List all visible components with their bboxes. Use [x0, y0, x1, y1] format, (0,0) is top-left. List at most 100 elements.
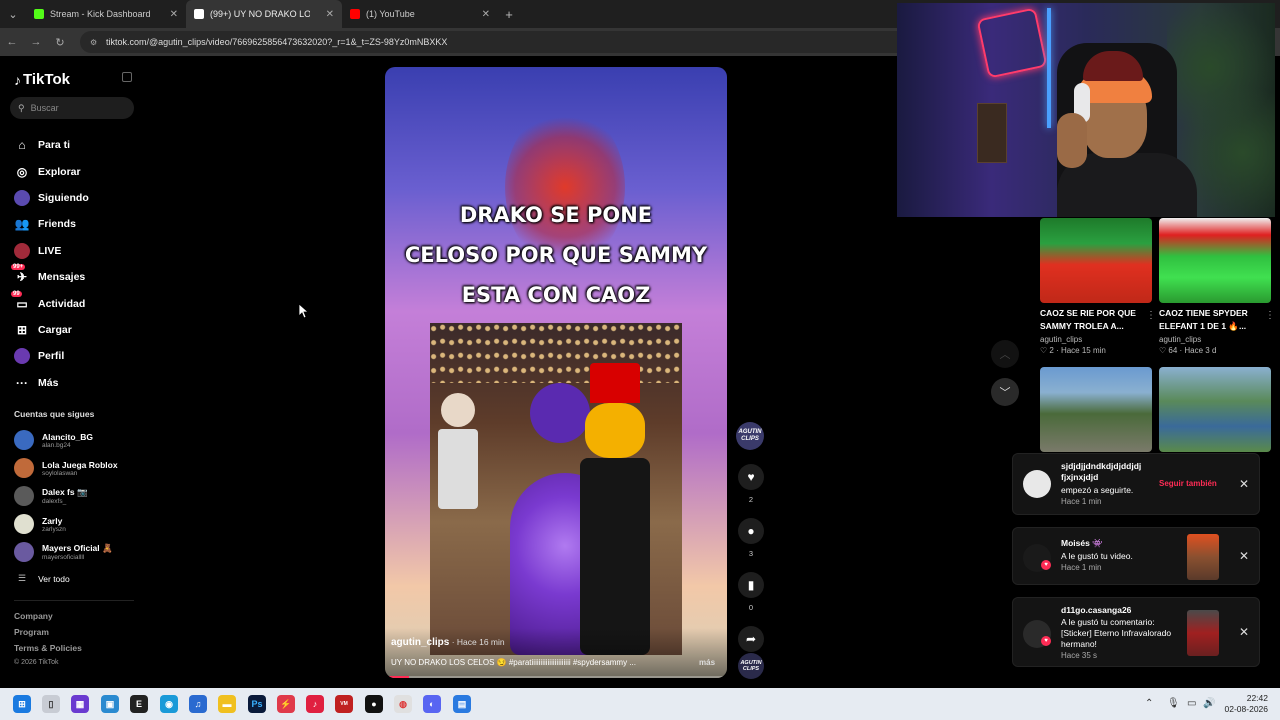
nav-label: Para ti [38, 139, 71, 152]
nav-mas[interactable]: ··· Más [14, 370, 89, 396]
recommendation-card[interactable]: CAOZ SE RIE POR QUE SAMMY TROLEA A... agu… [1040, 218, 1156, 355]
nav-explorar[interactable]: ◎ Explorar [14, 158, 89, 184]
app-icon[interactable]: ◉ [160, 695, 178, 713]
search-input[interactable]: ⚲ Buscar [10, 97, 134, 119]
recommendation-title: CAOZ SE RIE POR QUE SAMMY TROLEA A... [1040, 307, 1152, 333]
friends-icon: 👥 [14, 217, 30, 232]
next-video-button[interactable]: ﹀ [991, 378, 1019, 406]
windows-start-icon[interactable]: ⊞ [13, 695, 31, 713]
new-tab-button[interactable]: + [498, 0, 520, 28]
headset-app-icon[interactable]: ♫ [189, 695, 207, 713]
following-item[interactable]: Dalex fs 📷 dalexfs_ [14, 482, 118, 510]
file-explorer-icon[interactable]: ▬ [218, 695, 236, 713]
account-handle: soylolaswan [42, 469, 78, 477]
files-app-icon[interactable]: ▣ [101, 695, 119, 713]
nav-mensajes[interactable]: ✈ 99+ Mensajes [11, 264, 89, 290]
recommendation-author: agutin_clips [1040, 335, 1083, 344]
voicemeeter-icon[interactable]: VM [335, 695, 353, 713]
like-button[interactable]: ♥ 2 [736, 464, 766, 504]
notification-text: empezó a seguirte. [1061, 485, 1134, 495]
tab-kick-dashboard[interactable]: Stream - Kick Dashboard ✕ [26, 0, 186, 28]
divider [14, 600, 134, 601]
video-progress-bar[interactable] [385, 676, 727, 678]
following-item[interactable]: Zarly zarlyszn [14, 510, 118, 538]
see-all-button[interactable]: ☰ Ver todo [18, 573, 70, 584]
nav-live[interactable]: LIVE [14, 238, 89, 264]
nav-perfil[interactable]: Perfil [14, 343, 89, 369]
account-name: Zarly [42, 515, 63, 526]
tray-chevron-icon[interactable]: ⌃ [1145, 698, 1153, 709]
grid-app-icon[interactable]: ▦ [71, 695, 89, 713]
tab-search-icon[interactable]: ⌄ [0, 0, 26, 28]
close-icon[interactable]: ✕ [170, 9, 178, 20]
reload-button[interactable]: ↻ [48, 28, 72, 56]
chrome-icon[interactable]: ◍ [394, 695, 412, 713]
following-item[interactable]: Lola Juega Roblox soylolaswan [14, 454, 118, 482]
photoshop-icon[interactable]: Ps [248, 695, 266, 713]
nav-label: Mensajes [38, 271, 86, 284]
more-options-icon[interactable]: ⋮ [1265, 310, 1275, 321]
previous-video-button[interactable]: ︿ [991, 340, 1019, 368]
recommendation-card[interactable]: CAOZ TIENE SPYDER ELEFANT 1 DE 1 🔥... agu… [1159, 218, 1275, 355]
close-icon[interactable]: ✕ [482, 9, 490, 20]
author-name: agutin_clips [391, 637, 450, 648]
microphone-icon[interactable]: 🎙 [1167, 698, 1180, 709]
discord-icon[interactable]: ◐ [423, 695, 441, 713]
comment-button[interactable]: ● 3 [736, 518, 766, 558]
obs-icon[interactable]: ● [365, 695, 383, 713]
app-icon-red[interactable]: ⚡ [277, 695, 295, 713]
recommendation-card[interactable] [1159, 367, 1271, 452]
more-button[interactable]: más [699, 658, 715, 667]
collapse-sidebar-icon[interactable] [122, 72, 132, 82]
epic-games-icon[interactable]: E [130, 695, 148, 713]
recommendation-card[interactable] [1040, 367, 1152, 452]
tiktok-logo-icon: ♪ [14, 71, 21, 88]
taskbar-clock[interactable]: 22:42 02-08-2026 [1212, 693, 1268, 715]
nav-para-ti[interactable]: ⌂ Para ti [14, 132, 89, 158]
avatar [14, 514, 34, 534]
notification-follow[interactable]: sjdjdjjdndkdjdjddjdj fjxjnxjdjd empezó a … [1012, 453, 1260, 515]
nav-siguiendo[interactable]: Siguiendo [14, 185, 89, 211]
close-icon[interactable]: ✕ [1239, 549, 1249, 563]
recommendation-meta: ♡ 2 · Hace 15 min [1040, 346, 1106, 355]
video-author[interactable]: agutin_clips · Hace 16 min [391, 637, 505, 648]
text-line: hermano! [1061, 639, 1097, 649]
url-field[interactable]: ⚙ tiktok.com/@agutin_clips/video/7669625… [80, 31, 950, 53]
close-icon[interactable]: ✕ [1239, 477, 1249, 491]
tiktok-studio-icon[interactable]: ♪ [306, 695, 324, 713]
tab-youtube[interactable]: (1) YouTube ✕ [342, 0, 498, 28]
author-avatar[interactable]: AGUTIN CLIPS [736, 422, 764, 450]
text-line: [Sticker] Eterno Infravalorado [1061, 628, 1172, 638]
forward-button[interactable]: → [24, 28, 48, 56]
footer-terms-link[interactable]: Terms & Policies [14, 643, 82, 659]
footer-company-link[interactable]: Company [14, 611, 82, 627]
url-text: tiktok.com/@agutin_clips/video/766962585… [106, 37, 448, 47]
tab-tiktok-video[interactable]: (99+) UY NO DRAKO LOS C... ✕ [186, 0, 342, 28]
live-icon [14, 242, 30, 259]
close-icon[interactable]: ✕ [1239, 625, 1249, 639]
close-icon[interactable]: ✕ [326, 9, 334, 20]
mouse-app-icon[interactable]: ▯ [42, 695, 60, 713]
network-icon[interactable]: ▭ [1187, 698, 1196, 709]
nav-actividad[interactable]: ▭ 99 Actividad [11, 290, 89, 316]
follow-back-button[interactable]: Seguir también [1159, 479, 1217, 488]
nav-cargar[interactable]: ⊞ Cargar [14, 317, 89, 343]
shelf [977, 103, 1007, 163]
following-item[interactable]: Mayers Oficial 🧸 mayersoficiallll [14, 538, 118, 566]
notification-like-comment[interactable]: ♥ d11go.casanga26 A le gustó tu comentar… [1012, 597, 1260, 667]
following-item[interactable]: Alancito_BG alan.bg24 [14, 426, 118, 454]
tiktok-logo[interactable]: ♪ TikTok [14, 71, 70, 88]
nav-friends[interactable]: 👥 Friends [14, 211, 89, 237]
back-button[interactable]: ← [0, 28, 24, 56]
copyright: © 2026 TikTok [14, 659, 59, 666]
notification-like-video[interactable]: ♥ Moisés 👾 A le gustó tu video. Hace 1 m… [1012, 527, 1260, 585]
more-options-icon[interactable]: ⋮ [1146, 310, 1156, 321]
app-icon-blue[interactable]: ▤ [453, 695, 471, 713]
footer-program-link[interactable]: Program [14, 627, 82, 643]
site-info-icon[interactable]: ⚙ [90, 38, 100, 47]
recommendation-thumbnail [1040, 367, 1152, 452]
save-button[interactable]: ▮ 0 [736, 572, 766, 612]
sound-disc[interactable]: AGUTIN CLIPS [738, 653, 764, 679]
video-description: UY NO DRAKO LOS CELOS 😏 #paratiiiiiiiiii… [391, 658, 636, 667]
video-player[interactable]: DRAKO SE PONE CELOSO POR QUE SAMMY ESTA … [385, 67, 727, 678]
